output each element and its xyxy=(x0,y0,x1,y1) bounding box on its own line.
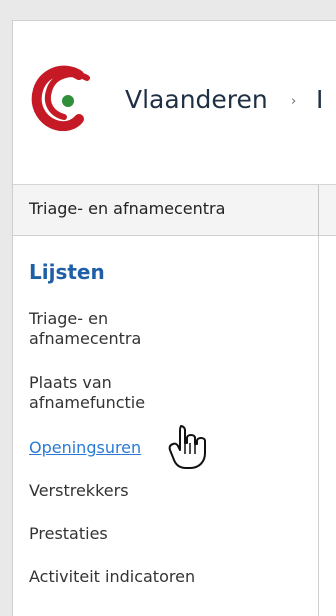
breadcrumb-next[interactable]: I xyxy=(316,85,323,115)
current-page-bar: Triage- en afnamecentra xyxy=(13,185,336,236)
vlaanderen-logo-icon[interactable] xyxy=(29,65,95,132)
page-frame: Vlaanderen › I Triage- en afnamecentra L… xyxy=(12,20,336,616)
site-title[interactable]: Vlaanderen xyxy=(125,85,268,115)
sidebar-item-plaats-van-afnamefunctie[interactable]: Plaats van afnamefunctie xyxy=(29,373,299,413)
sidebar: Lijsten Triage- en afnamecentra Plaats v… xyxy=(13,236,318,616)
sidebar-item-prestaties[interactable]: Prestaties xyxy=(29,524,299,544)
sidebar-item-openingsuren[interactable]: Openingsuren xyxy=(29,438,299,458)
site-header: Vlaanderen › I xyxy=(13,21,336,185)
content-divider xyxy=(318,236,319,616)
sidebar-item-triage-afnamecentra[interactable]: Triage- en afnamecentra xyxy=(29,309,299,349)
subbar-divider xyxy=(318,185,319,236)
breadcrumb-separator-icon: › xyxy=(291,94,297,109)
sidebar-item-activiteit-indicatoren[interactable]: Activiteit indicatoren xyxy=(29,567,299,587)
lists-heading: Lijsten xyxy=(29,260,105,284)
hand-pointer-icon xyxy=(168,423,208,471)
sidebar-item-verstrekkers[interactable]: Verstrekkers xyxy=(29,481,299,501)
current-page-label[interactable]: Triage- en afnamecentra xyxy=(29,199,225,219)
